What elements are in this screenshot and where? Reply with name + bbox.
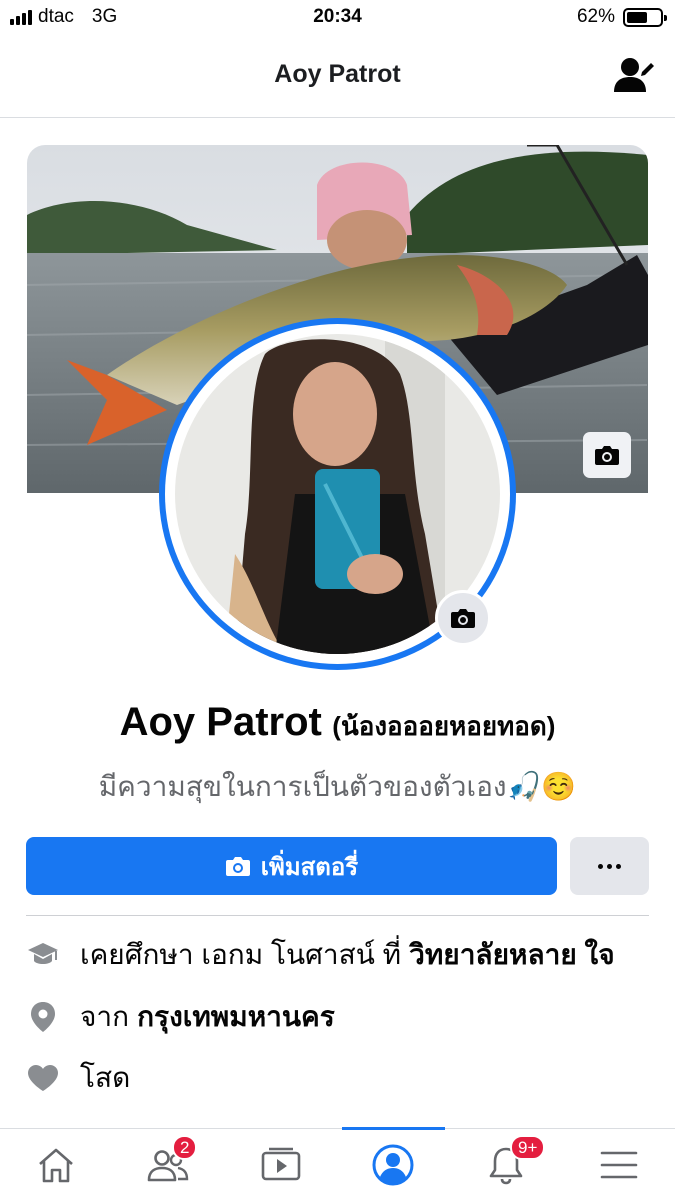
tab-profile[interactable] — [337, 1129, 449, 1200]
detail-education-school[interactable]: วิทยาลัยหลาย ใจ — [409, 933, 614, 977]
status-bar-right: 62% — [576, 6, 667, 28]
status-bar: dtac 3G 20:34 62% — [0, 0, 675, 36]
edit-profile-icon[interactable] — [613, 54, 655, 96]
menu-icon — [600, 1151, 638, 1179]
camera-icon — [225, 857, 250, 876]
detail-education-text: เคยศึกษา เอกม โนศาสน์ ที่ — [80, 939, 402, 970]
tab-friends[interactable]: 2 — [112, 1129, 224, 1200]
add-story-label: เพิ่มสตอรี่ — [260, 853, 359, 881]
profile-nickname: (น้องอออยหอยทอด) — [332, 711, 556, 741]
profile-bio: มีความสุขในการเป็นตัวของตัวเอง🎣☺️ — [98, 771, 577, 802]
tab-home[interactable] — [0, 1129, 112, 1200]
battery-icon — [623, 7, 667, 27]
graduation-cap-icon — [26, 938, 60, 972]
battery-percent: 62% — [576, 6, 615, 27]
add-story-button[interactable]: เพิ่มสตอรี่ — [26, 837, 557, 895]
detail-education: เคยศึกษา เอกม โนศาสน์ ที่ วิทยาลัยหลาย ใ… — [26, 935, 615, 975]
clock: 20:34 — [313, 6, 362, 27]
video-play-icon — [261, 1147, 301, 1181]
tab-notifications[interactable]: 9+ — [450, 1129, 562, 1200]
tab-menu[interactable] — [563, 1129, 675, 1200]
home-icon — [39, 1148, 73, 1183]
profile-name: Aoy Patrot — [119, 700, 322, 744]
detail-hometown: จาก กรุงเทพมหานคร — [26, 997, 335, 1037]
detail-hometown-city[interactable]: กรุงเทพมหานคร — [137, 995, 335, 1039]
tab-watch[interactable] — [225, 1129, 337, 1200]
more-dots-icon[interactable] — [570, 837, 649, 895]
friends-badge: 2 — [172, 1135, 198, 1160]
page-title: Aoy Patrot — [274, 60, 401, 88]
bottom-tab-bar: 2 9+ — [0, 1127, 675, 1200]
divider — [26, 915, 649, 916]
detail-relationship: โสด — [26, 1058, 130, 1098]
heart-icon — [26, 1061, 60, 1095]
profile-icon — [372, 1144, 414, 1186]
edit-profile-picture-camera-icon[interactable] — [435, 590, 491, 646]
detail-relationship-text: โสด — [80, 1062, 131, 1093]
notifications-badge: 9+ — [510, 1135, 546, 1160]
profile-header: Aoy Patrot — [0, 36, 675, 118]
profile-name-row: Aoy Patrot (น้องอออยหอยทอด) — [0, 700, 675, 747]
location-pin-icon — [26, 1000, 60, 1034]
edit-cover-camera-icon[interactable] — [583, 432, 631, 478]
detail-hometown-text: จาก — [80, 1001, 130, 1032]
